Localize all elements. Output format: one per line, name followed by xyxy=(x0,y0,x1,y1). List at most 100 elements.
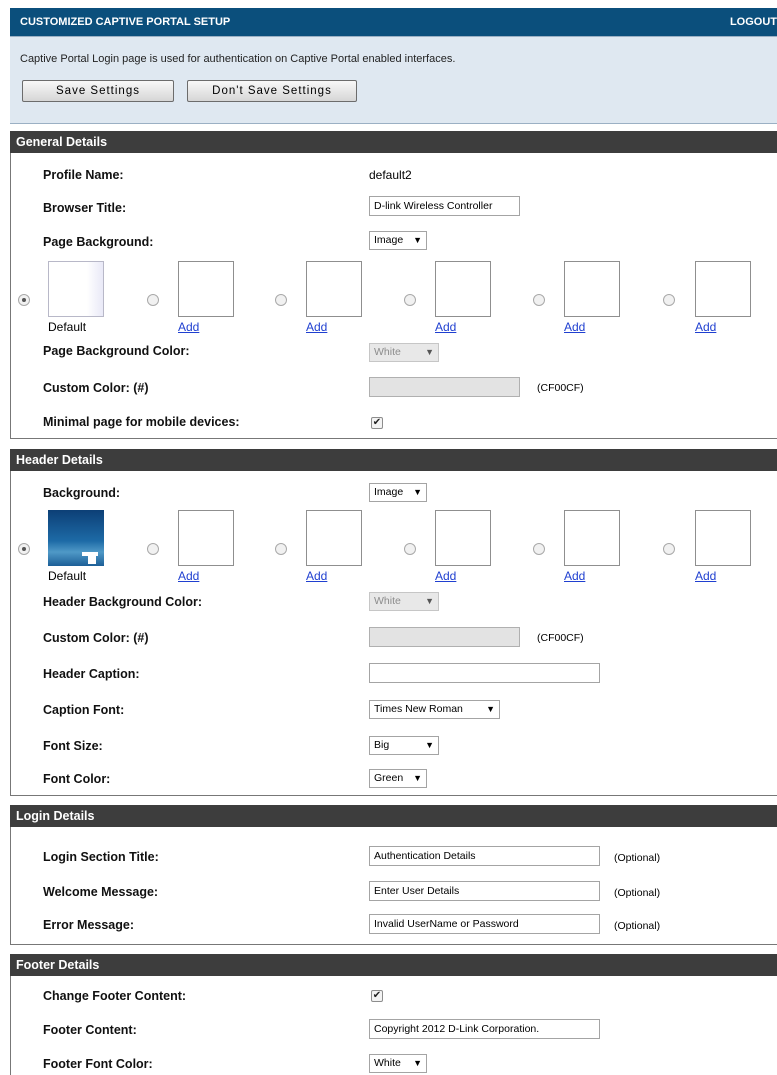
selected-value: Big xyxy=(374,739,390,751)
header-bg-add-link[interactable]: Add xyxy=(435,569,456,583)
footer-content-input[interactable] xyxy=(369,1019,600,1039)
optional-hint: (Optional) xyxy=(614,887,661,899)
header-custom-color-input[interactable] xyxy=(369,627,520,647)
error-message-input[interactable] xyxy=(369,914,600,934)
logout-link[interactable]: LOGOUT xyxy=(730,16,777,28)
header-bg-default-caption: Default xyxy=(48,569,87,583)
font-color-label: Font Color: xyxy=(43,772,111,786)
page-bg-add-link[interactable]: Add xyxy=(564,320,585,334)
page-bg-empty-thumbnail xyxy=(178,261,234,317)
dropdown-arrow-icon: ▼ xyxy=(413,235,422,245)
section-title: Header Details xyxy=(16,453,103,467)
page-header-bar: CUSTOMIZED CAPTIVE PORTAL SETUP LOGOUT xyxy=(10,8,777,36)
page-bg-radio-6[interactable] xyxy=(663,294,675,306)
dropdown-arrow-icon: ▼ xyxy=(425,347,434,357)
save-settings-button[interactable]: Save Settings xyxy=(22,80,174,102)
page-bg-radio-default[interactable] xyxy=(18,294,30,306)
font-color-select[interactable]: Green ▼ xyxy=(369,769,427,788)
general-details-section: Profile Name: default2 Browser Title: Pa… xyxy=(10,153,777,439)
header-details-header: Header Details xyxy=(10,449,777,471)
header-bg-add-link[interactable]: Add xyxy=(178,569,199,583)
header-caption-input[interactable] xyxy=(369,663,600,683)
page-bg-empty-thumbnail xyxy=(695,261,751,317)
page-bg-empty-thumbnail xyxy=(306,261,362,317)
header-bg-default-thumbnail xyxy=(48,510,104,566)
custom-color-input[interactable] xyxy=(369,377,520,397)
page-bg-add-link[interactable]: Add xyxy=(178,320,199,334)
info-panel: Captive Portal Login page is used for au… xyxy=(10,36,777,124)
header-bg-radio-4[interactable] xyxy=(404,543,416,555)
optional-hint: (Optional) xyxy=(614,852,661,864)
selected-value: White xyxy=(374,346,401,358)
profile-name-label: Profile Name: xyxy=(43,168,124,182)
section-title: Login Details xyxy=(16,809,95,823)
selected-value: Times New Roman xyxy=(374,703,463,715)
header-bg-radio-3[interactable] xyxy=(275,543,287,555)
header-bg-radio-6[interactable] xyxy=(663,543,675,555)
selected-value: White xyxy=(374,595,401,607)
header-custom-color-label: Custom Color: (#) xyxy=(43,631,149,645)
login-title-label: Login Section Title: xyxy=(43,850,159,864)
header-background-label: Background: xyxy=(43,486,121,500)
header-bg-empty-thumbnail xyxy=(178,510,234,566)
header-bg-empty-thumbnail xyxy=(564,510,620,566)
header-bg-empty-thumbnail xyxy=(306,510,362,566)
header-bg-radio-2[interactable] xyxy=(147,543,159,555)
page-bg-empty-thumbnail xyxy=(435,261,491,317)
header-bg-add-link[interactable]: Add xyxy=(564,569,585,583)
selected-value: Image xyxy=(374,486,404,498)
login-details-section: Login Section Title: (Optional) Welcome … xyxy=(10,827,777,945)
general-details-header: General Details xyxy=(10,131,777,153)
change-footer-label: Change Footer Content: xyxy=(43,989,187,1003)
custom-color-label: Custom Color: (#) xyxy=(43,381,149,395)
dropdown-arrow-icon: ▼ xyxy=(425,596,434,606)
header-bg-color-select[interactable]: White ▼ xyxy=(369,592,439,611)
custom-color-hint: (CF00CF) xyxy=(537,382,584,394)
page-title: CUSTOMIZED CAPTIVE PORTAL SETUP xyxy=(20,16,231,28)
login-details-header: Login Details xyxy=(10,805,777,827)
header-bg-empty-thumbnail xyxy=(435,510,491,566)
page-description: Captive Portal Login page is used for au… xyxy=(20,53,456,65)
dropdown-arrow-icon: ▼ xyxy=(413,773,422,783)
browser-title-input[interactable] xyxy=(369,196,520,216)
page-bg-add-link[interactable]: Add xyxy=(435,320,456,334)
header-bg-add-link[interactable]: Add xyxy=(695,569,716,583)
page-bg-default-caption: Default xyxy=(48,320,87,334)
font-size-select[interactable]: Big ▼ xyxy=(369,736,439,755)
header-background-select[interactable]: Image ▼ xyxy=(369,483,427,502)
mobile-page-checkbox[interactable]: ✔ xyxy=(371,417,383,429)
page-bg-add-link[interactable]: Add xyxy=(695,320,716,334)
dropdown-arrow-icon: ▼ xyxy=(413,1058,422,1068)
header-bg-empty-thumbnail xyxy=(695,510,751,566)
section-title: General Details xyxy=(16,135,108,149)
welcome-message-label: Welcome Message: xyxy=(43,885,159,899)
header-bg-color-label: Header Background Color: xyxy=(43,595,203,609)
browser-title-label: Browser Title: xyxy=(43,201,127,215)
page-bg-add-link[interactable]: Add xyxy=(306,320,327,334)
selected-value: White xyxy=(374,1057,401,1069)
page-bg-radio-4[interactable] xyxy=(404,294,416,306)
header-bg-radio-5[interactable] xyxy=(533,543,545,555)
caption-font-select[interactable]: Times New Roman ▼ xyxy=(369,700,500,719)
page-background-label: Page Background: xyxy=(43,235,154,249)
page-bg-radio-5[interactable] xyxy=(533,294,545,306)
page-bg-radio-3[interactable] xyxy=(275,294,287,306)
welcome-message-input[interactable] xyxy=(369,881,600,901)
header-details-section: Background: Image ▼ Default Add Add Add … xyxy=(10,471,777,796)
selected-value: Green xyxy=(374,772,404,784)
page-bg-radio-2[interactable] xyxy=(147,294,159,306)
profile-name-value: default2 xyxy=(369,168,412,182)
dropdown-arrow-icon: ▼ xyxy=(425,740,434,750)
dropdown-arrow-icon: ▼ xyxy=(486,704,495,714)
page-background-select[interactable]: Image ▼ xyxy=(369,231,427,250)
footer-font-color-label: Footer Font Color: xyxy=(43,1057,153,1071)
footer-content-label: Footer Content: xyxy=(43,1023,137,1037)
page-bg-color-select[interactable]: White ▼ xyxy=(369,343,439,362)
login-title-input[interactable] xyxy=(369,846,600,866)
header-bg-add-link[interactable]: Add xyxy=(306,569,327,583)
change-footer-checkbox[interactable]: ✔ xyxy=(371,990,383,1002)
header-bg-radio-default[interactable] xyxy=(18,543,30,555)
header-caption-label: Header Caption: xyxy=(43,667,140,681)
footer-font-color-select[interactable]: White ▼ xyxy=(369,1054,427,1073)
dont-save-settings-button[interactable]: Don't Save Settings xyxy=(187,80,357,102)
